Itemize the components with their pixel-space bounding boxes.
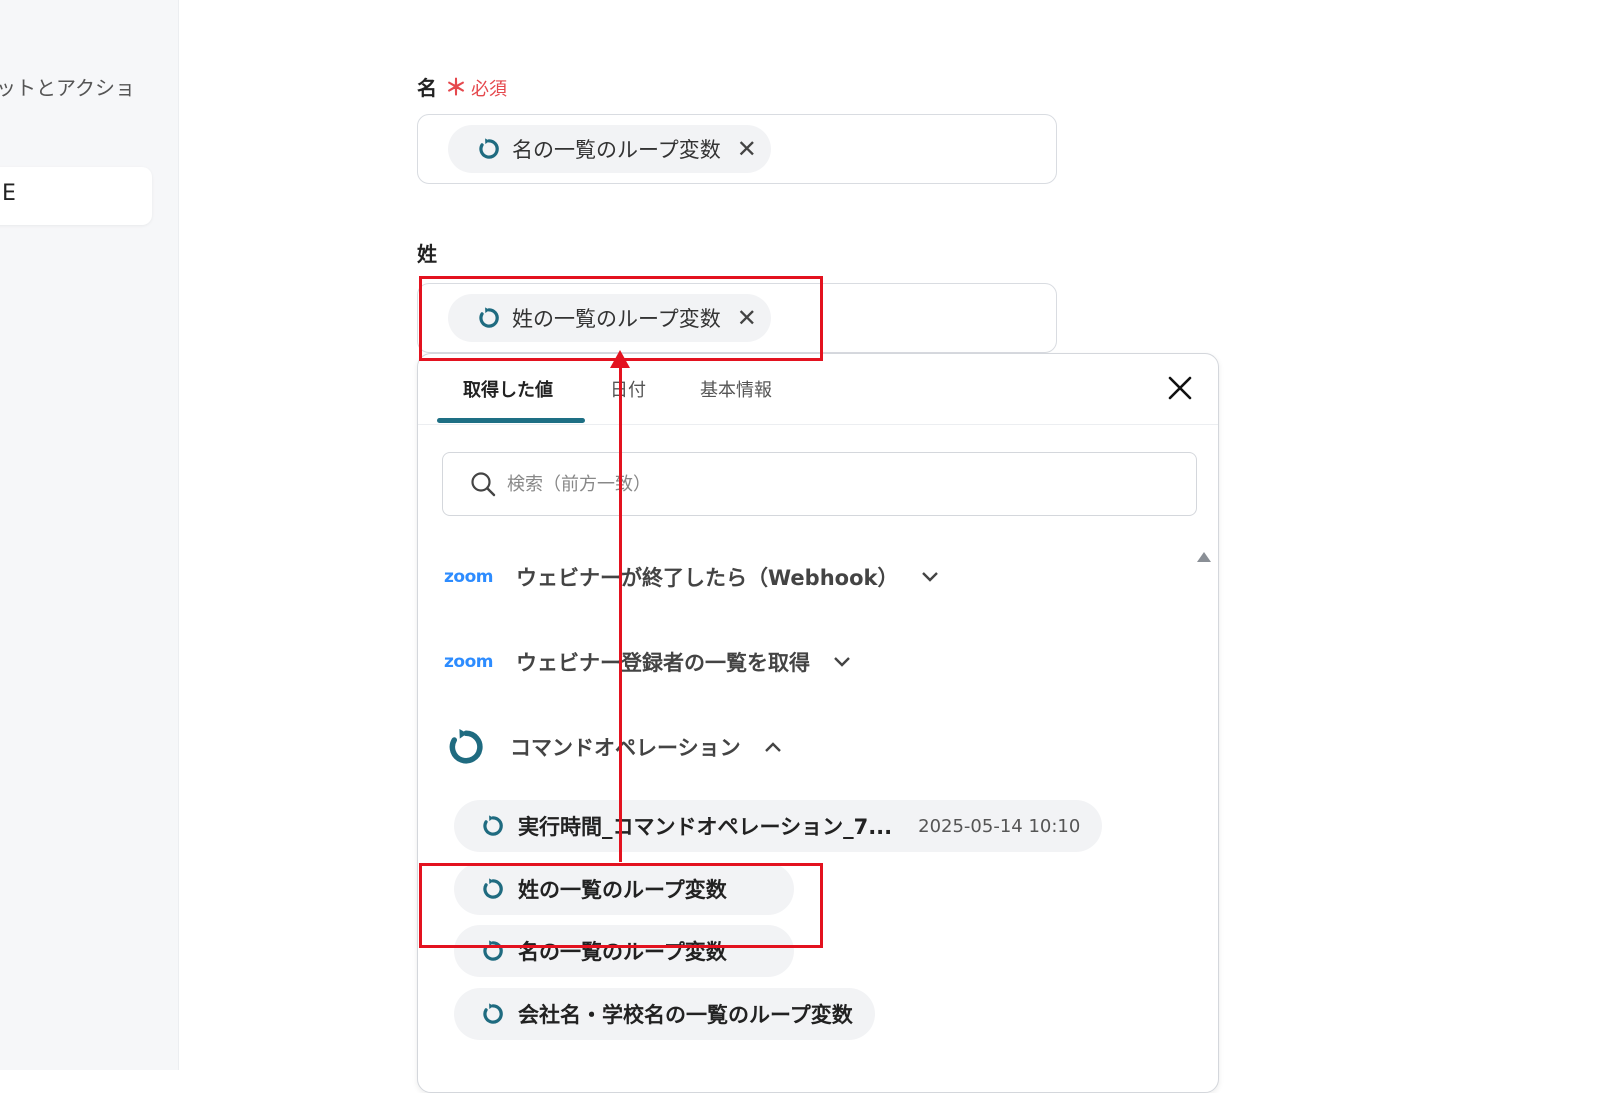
required-text: 必須 — [471, 79, 508, 100]
last-name-label: 姓 — [417, 242, 437, 266]
tab-acquired-values[interactable]: 取得した値 — [463, 376, 553, 402]
command-operation-group[interactable]: コマンドオペレーション — [444, 724, 783, 770]
chevron-down-icon[interactable] — [832, 656, 852, 668]
value-picker-popup: 取得した値 日付 基本情報 zoom ウェビナーが終了したら（Webhook） … — [417, 353, 1219, 1093]
tab-date[interactable]: 日付 — [610, 376, 646, 402]
list-item-execution-time[interactable]: 実行時間_コマンドオペレーション_7... 2025-05-14 10:10 — [454, 800, 1103, 852]
zoom-logo: zoom — [444, 567, 493, 587]
first-name-variable-chip[interactable]: 名の一覧のループ変数 ✕ — [448, 125, 771, 173]
annotation-arrow-line — [619, 362, 622, 862]
chip-label: 名の一覧のループ変数 — [512, 138, 721, 162]
search-input[interactable] — [505, 472, 1109, 496]
item-timestamp: 2025-05-14 10:10 — [918, 815, 1081, 837]
tab-basic-info[interactable]: 基本情報 — [700, 376, 772, 402]
group-label: コマンドオペレーション — [510, 736, 741, 760]
scroll-up-arrow-icon[interactable] — [1195, 550, 1213, 564]
annotation-arrow-head-icon — [610, 350, 630, 368]
close-icon[interactable] — [1162, 370, 1198, 406]
sidebar-partial-label[interactable]: ットとアクショ — [0, 72, 135, 101]
loop-icon — [476, 136, 502, 162]
active-tab-indicator — [437, 418, 585, 423]
zoom-logo: zoom — [444, 652, 493, 672]
first-name-field[interactable]: 名の一覧のループ変数 ✕ — [417, 114, 1057, 184]
first-name-label: 名 ＊必須 — [417, 70, 507, 102]
sidebar-active-item[interactable]: E — [0, 167, 152, 225]
group-label: ウェビナーが終了したら（Webhook） — [516, 566, 899, 590]
list-item-company-loop-var[interactable]: 会社名・学校名の一覧のループ変数 — [454, 988, 875, 1040]
action-group-registrants[interactable]: zoom ウェビナー登録者の一覧を取得 — [444, 647, 852, 677]
item-label: 会社名・学校名の一覧のループ変数 — [518, 1003, 853, 1027]
search-box — [442, 452, 1197, 516]
item-label: 実行時間_コマンドオペレーション_7... — [518, 815, 893, 839]
highlight-box-source-item — [419, 863, 823, 948]
search-icon — [471, 472, 496, 497]
trigger-group-webinar-ended[interactable]: zoom ウェビナーが終了したら（Webhook） — [444, 562, 940, 592]
popup-tabs: 取得した値 日付 基本情報 — [418, 354, 1218, 425]
chevron-up-icon[interactable] — [763, 741, 783, 753]
remove-chip-icon[interactable]: ✕ — [737, 137, 757, 161]
loop-icon — [480, 813, 506, 839]
sidebar-active-item-label: E — [2, 181, 16, 206]
required-asterisk: ＊ — [445, 76, 468, 101]
chevron-down-icon[interactable] — [920, 571, 940, 583]
first-name-label-text: 名 — [417, 76, 437, 100]
loop-icon — [480, 1001, 506, 1027]
command-operation-icon — [444, 724, 488, 770]
group-label: ウェビナー登録者の一覧を取得 — [516, 651, 810, 675]
highlight-box-target-field — [419, 276, 823, 361]
sidebar: ットとアクショ E — [0, 0, 179, 1070]
